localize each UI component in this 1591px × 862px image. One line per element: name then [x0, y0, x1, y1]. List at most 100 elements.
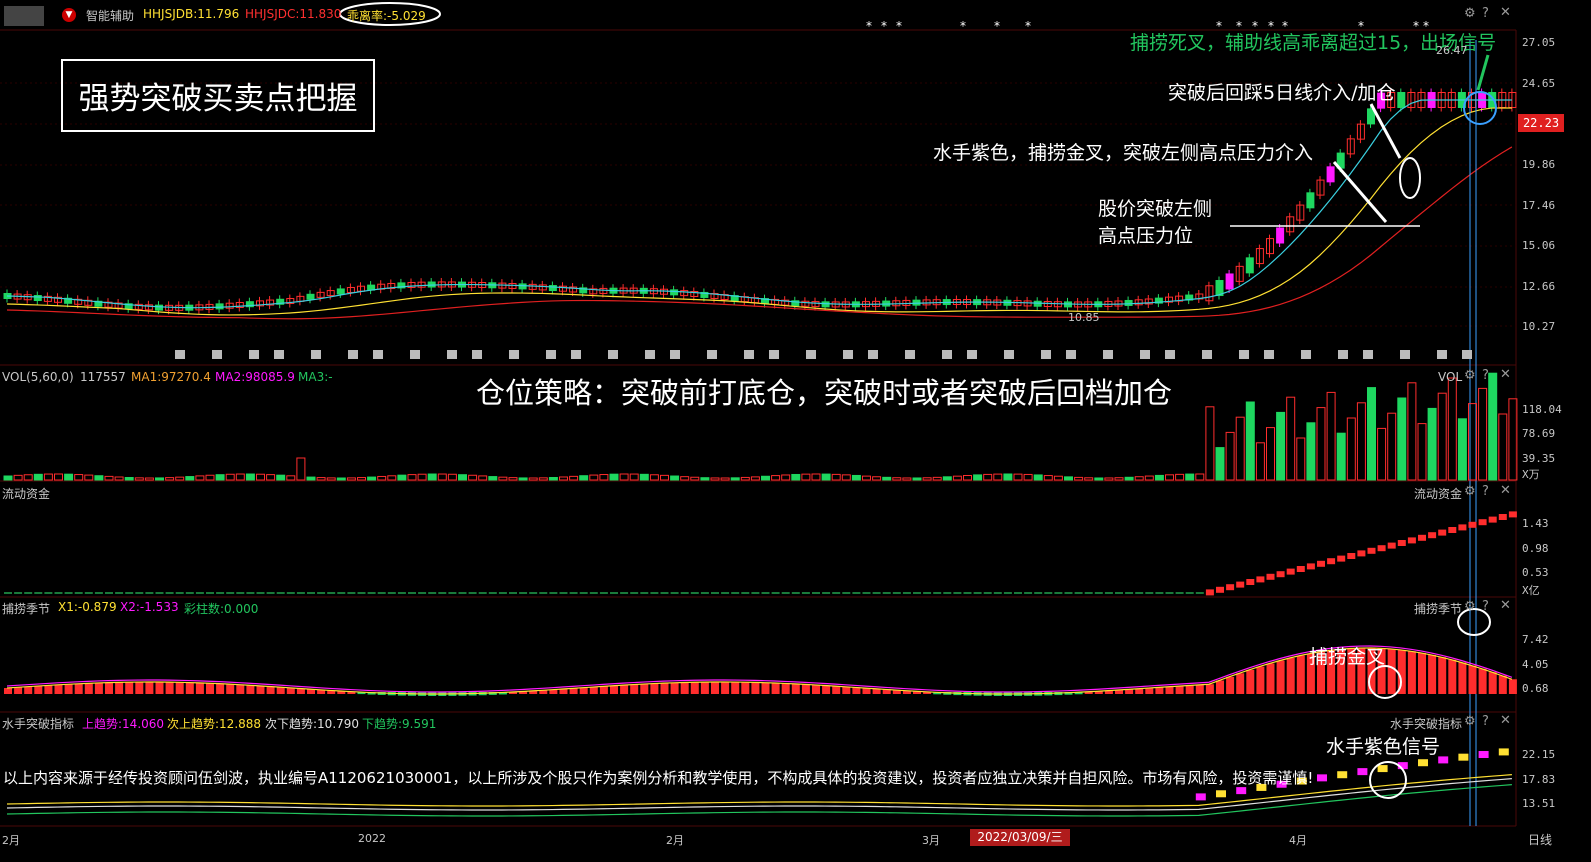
volume-bar — [1003, 473, 1013, 481]
volume-bar — [447, 473, 457, 481]
catch-bar — [801, 684, 810, 694]
sailor-help-icon[interactable]: ? — [1482, 714, 1489, 729]
sailor-close-icon[interactable]: ✕ — [1500, 713, 1511, 728]
flow-bar — [1387, 542, 1396, 549]
price-tick-5: 15.06 — [1522, 239, 1556, 252]
signal-marker — [472, 350, 482, 359]
volume-bar — [1306, 422, 1316, 481]
flow-bar — [1256, 576, 1265, 583]
volume-bar — [750, 476, 760, 481]
signal-marker — [1202, 350, 1212, 359]
volume-bar — [1427, 407, 1437, 481]
flow-bar — [1276, 571, 1285, 578]
close-icon[interactable]: ✕ — [1500, 5, 1511, 20]
flow-bar — [34, 592, 43, 594]
flow-bar — [1478, 519, 1487, 526]
catch-bar — [1407, 651, 1416, 694]
volume-bar — [821, 473, 831, 481]
help-icon[interactable]: ? — [1482, 6, 1489, 21]
flow-bar — [902, 592, 911, 594]
flow-bar — [791, 592, 800, 594]
flow-close-icon[interactable]: ✕ — [1500, 483, 1511, 498]
flow-bar — [498, 592, 507, 594]
flow-unit: X亿 — [1522, 584, 1540, 597]
signal-marker — [1004, 350, 1014, 359]
catch-bar — [1256, 666, 1265, 694]
catch-bar — [135, 682, 144, 694]
vol-tick-2: 39.35 — [1522, 452, 1556, 465]
catch-bar — [1276, 660, 1285, 694]
volume-bar — [649, 474, 659, 481]
sailor-tick-0: 22.15 — [1522, 748, 1556, 761]
annotation-breakout-2: 高点压力位 — [1098, 225, 1194, 247]
sailor-settings-icon[interactable]: ⚙ — [1464, 714, 1476, 729]
flow-bar — [1185, 592, 1194, 594]
flow-bar — [963, 592, 972, 594]
catch-bar — [185, 682, 194, 694]
catch-bar — [660, 683, 669, 694]
flow-bar — [1306, 563, 1315, 570]
catch-settings-icon[interactable]: ⚙ — [1464, 599, 1476, 614]
volume-bar — [1185, 473, 1195, 481]
volume-bar — [1417, 423, 1427, 481]
volume-bar — [1205, 406, 1215, 481]
catch-bar — [125, 682, 134, 694]
x-label-0: 2月 — [2, 834, 20, 847]
flow-bar — [377, 592, 386, 594]
candle-body — [670, 289, 679, 296]
signal-marker — [843, 350, 853, 359]
flow-bar — [1508, 511, 1517, 518]
volume-bar — [185, 476, 195, 481]
sailor-up2: 次上趋势:12.888 — [167, 717, 262, 731]
flow-settings-icon[interactable]: ⚙ — [1464, 484, 1476, 499]
catch-bar — [14, 687, 23, 694]
vol-settings-icon[interactable]: ⚙ — [1464, 368, 1476, 383]
vol-help-icon[interactable]: ? — [1482, 368, 1489, 383]
signal-marker — [608, 350, 618, 359]
volume-bar — [1175, 473, 1185, 481]
signal-marker — [707, 350, 717, 359]
volume-bar — [841, 474, 851, 481]
catch-bar — [1145, 688, 1154, 694]
flow-help-icon[interactable]: ? — [1482, 484, 1489, 499]
catch-bar — [1185, 685, 1194, 694]
flow-bar — [771, 592, 780, 594]
candle-body — [33, 295, 42, 302]
volume-bar — [1488, 372, 1498, 481]
catch-bar — [44, 685, 53, 694]
flow-bar — [1155, 592, 1164, 594]
settings-icon[interactable]: ⚙ — [1464, 6, 1476, 21]
catch-bar — [1448, 659, 1457, 694]
flow-bar — [94, 592, 103, 594]
period-label[interactable]: 日线 — [1528, 831, 1552, 848]
catch-bar — [1438, 657, 1447, 694]
flow-bar — [1115, 592, 1123, 594]
annotation-purple-cross: 水手紫色，捕捞金叉，突破左侧高点压力介入 — [933, 142, 1314, 164]
catch-bar — [1216, 680, 1224, 694]
volume-bar — [1245, 401, 1255, 481]
flow-bar — [913, 592, 921, 594]
volume-bar — [569, 475, 579, 481]
flow-bar — [640, 592, 649, 594]
catch-bar — [1165, 686, 1174, 694]
catch-close-icon[interactable]: ✕ — [1500, 598, 1511, 613]
signal-marker — [348, 350, 358, 359]
vol-close-icon[interactable]: ✕ — [1500, 367, 1511, 382]
flow-bar — [620, 592, 629, 594]
volume-bar — [1457, 418, 1467, 481]
flow-bar — [1296, 566, 1305, 572]
dropdown-icon[interactable]: ▼ — [62, 8, 76, 22]
flow-bar — [741, 592, 750, 594]
catch-bar — [650, 683, 659, 694]
flow-bar — [923, 592, 932, 594]
flow-bar — [1448, 527, 1457, 533]
annotation-position-strategy: 仓位策略：突破前打底仓，突破时或者突破后回档加仓 — [476, 376, 1173, 410]
catch-help-icon[interactable]: ? — [1482, 599, 1489, 614]
flow-bar — [24, 592, 33, 594]
volume-bar — [1356, 402, 1366, 481]
volume-bar — [175, 476, 185, 481]
highlight-circle — [1399, 157, 1421, 199]
flow-bar — [731, 592, 740, 594]
volume-bar — [104, 475, 114, 481]
signal-marker — [1437, 350, 1447, 359]
